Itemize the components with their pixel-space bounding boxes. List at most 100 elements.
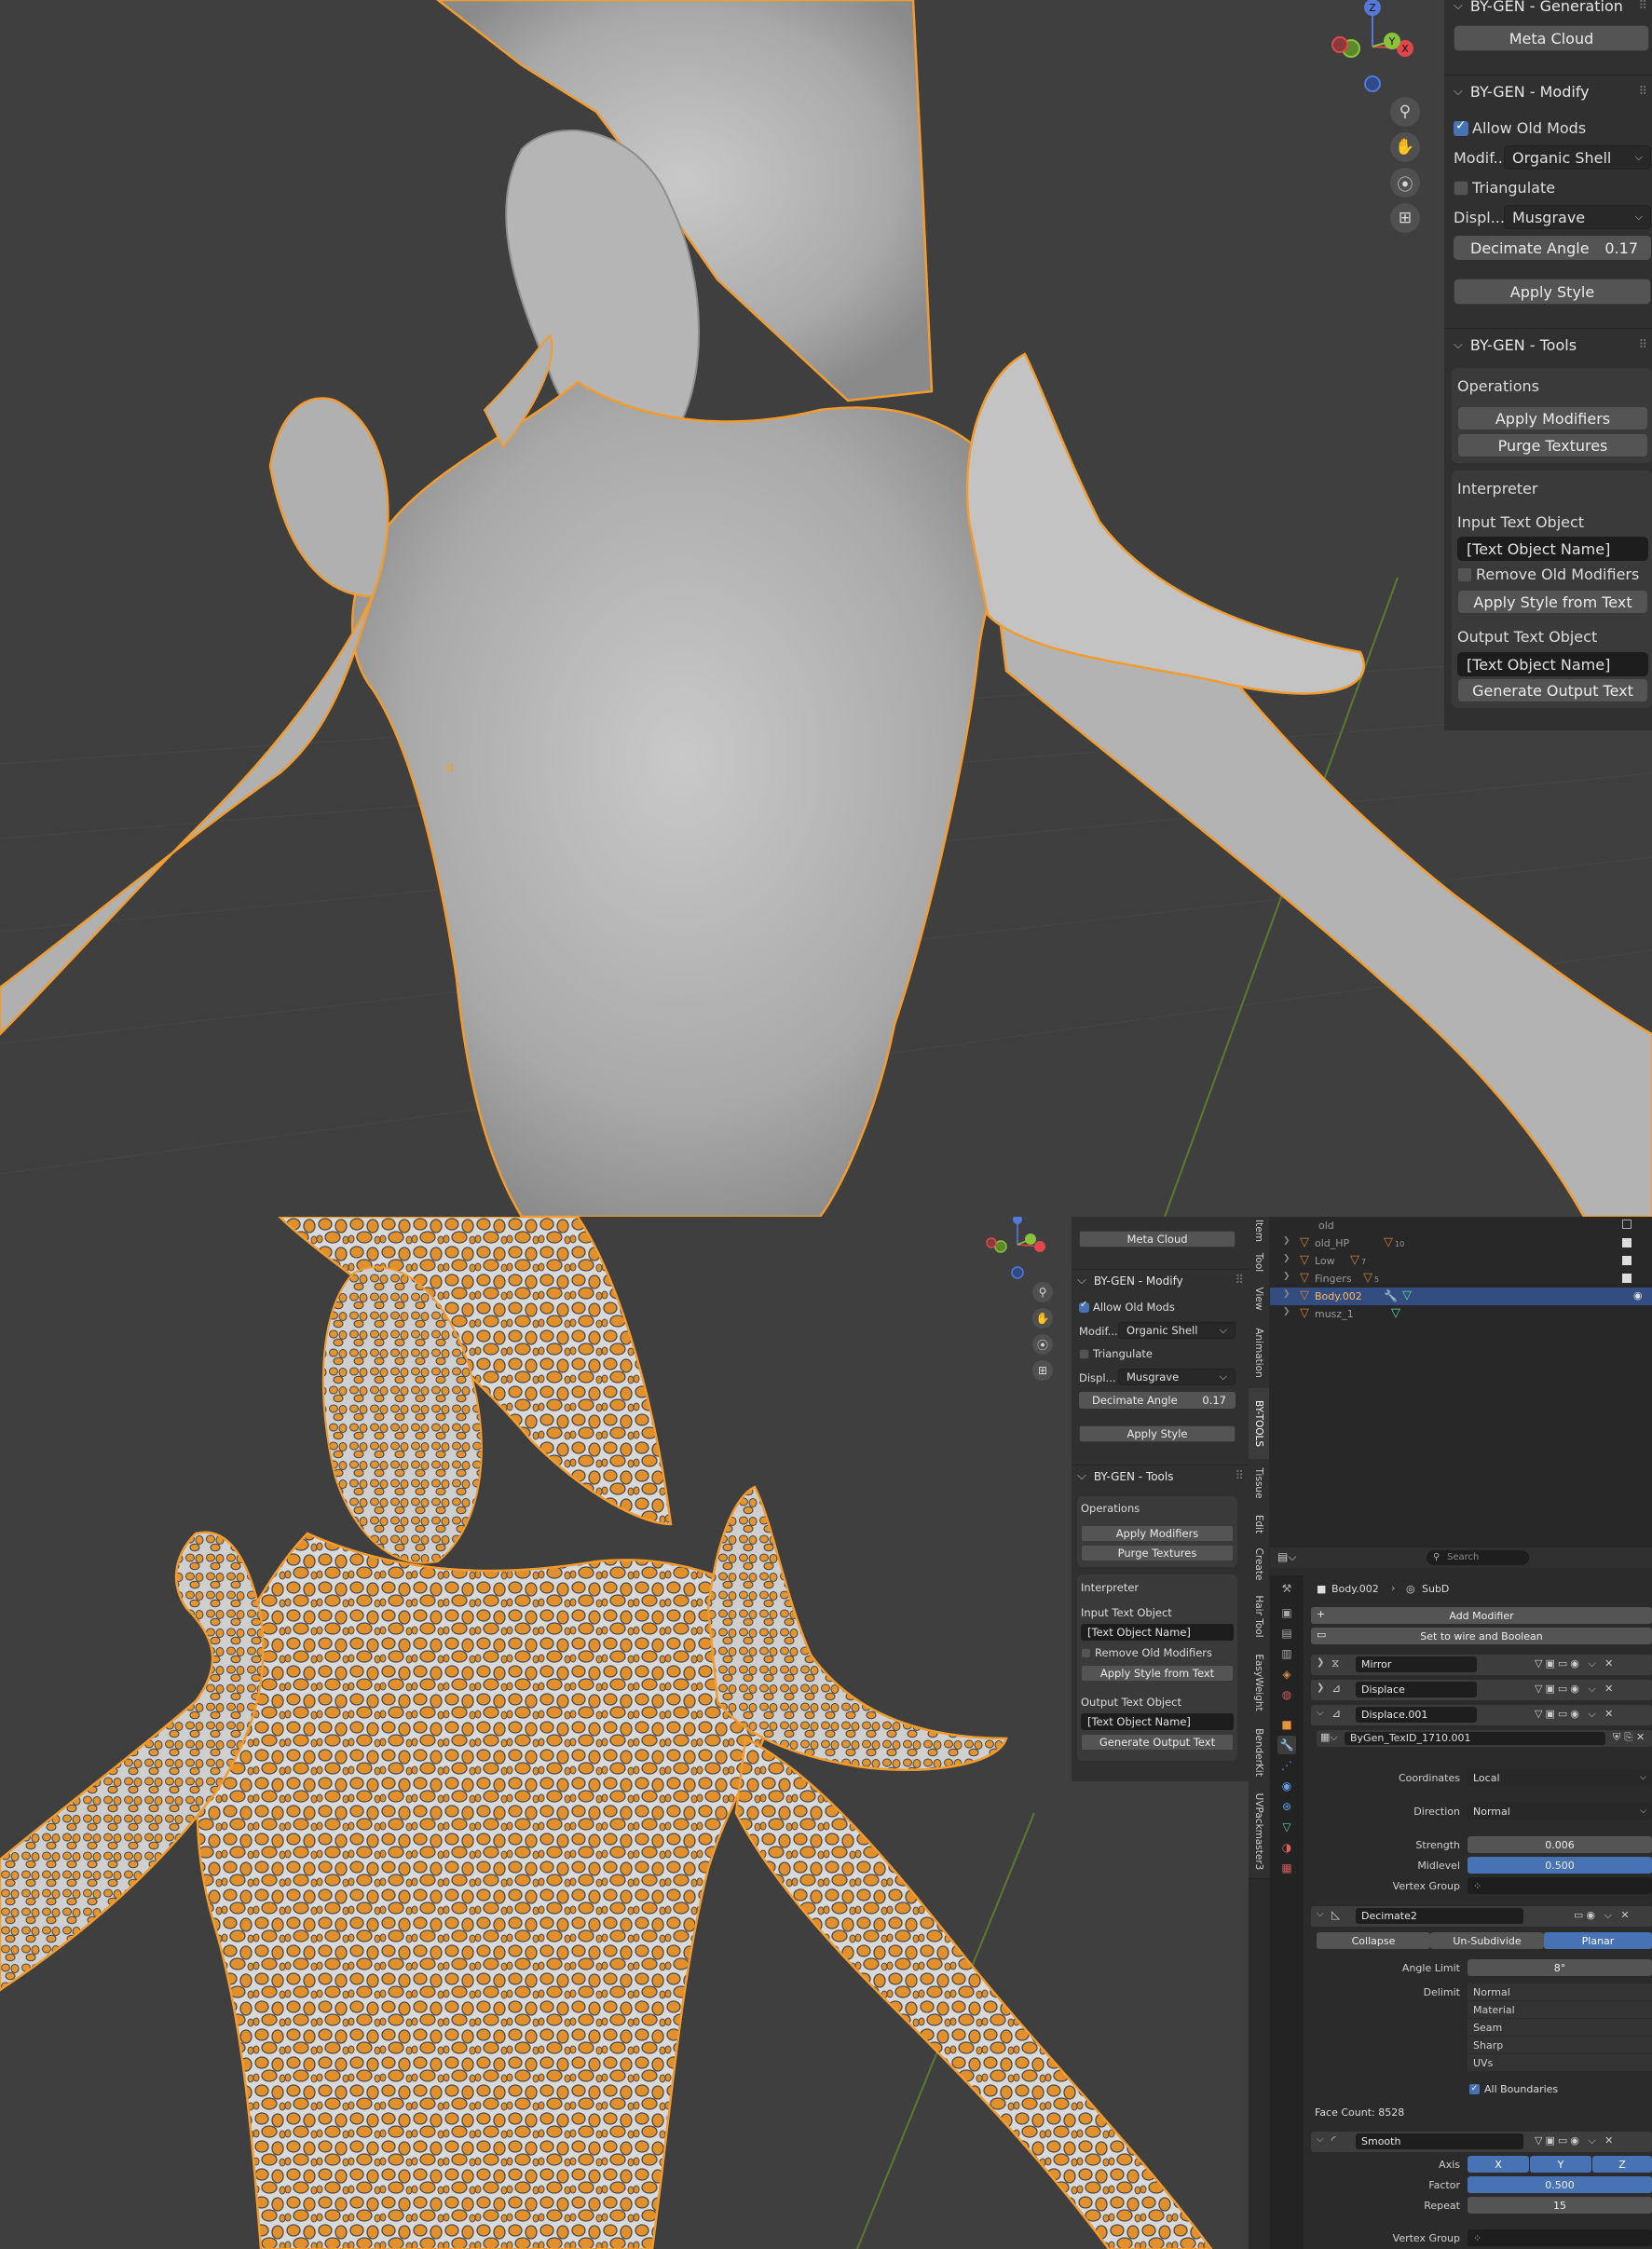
direction-dropdown[interactable]: Normal ⌵ xyxy=(1468,1803,1652,1820)
repeat-field[interactable]: 15 xyxy=(1468,2197,1652,2214)
output-text-object-field[interactable]: [Text Object Name] xyxy=(1457,652,1648,676)
midlevel-slider[interactable]: 0.500 xyxy=(1468,1857,1652,1874)
generation-panel-header[interactable]: ⌵ BY-GEN - Generation ⠿ xyxy=(1444,0,1652,22)
apply-style-button[interactable]: Apply Style xyxy=(1079,1425,1236,1442)
physics-icon[interactable]: ◉ xyxy=(1277,1777,1296,1795)
chevron-right-icon[interactable]: ❯ xyxy=(1317,1657,1324,1668)
smooth-name-field[interactable]: Smooth xyxy=(1356,2133,1523,2149)
camera-view-icon[interactable]: ⦿ xyxy=(1032,1334,1053,1355)
input-text-object-field[interactable]: [Text Object Name] xyxy=(1081,1624,1234,1641)
angle-limit-field[interactable]: 8° xyxy=(1468,1959,1652,1976)
texture-name-field[interactable]: ByGen_TexID_1710.001 xyxy=(1345,1732,1605,1745)
world-icon[interactable]: ◍ xyxy=(1277,1685,1296,1704)
displace-name-field[interactable]: Displace xyxy=(1356,1682,1477,1697)
object-icon[interactable]: ■ xyxy=(1277,1715,1296,1734)
remove-old-modifiers-checkbox[interactable] xyxy=(1457,567,1472,582)
expand-arrow-icon[interactable]: ❯ xyxy=(1283,1272,1290,1281)
modify-panel-header[interactable]: ⌵ BY-GEN - Modify ⠿ xyxy=(1444,75,1652,108)
tool-settings-icon[interactable]: ⚒ xyxy=(1277,1579,1296,1598)
displace001-name-field[interactable]: Displace.001 xyxy=(1356,1707,1477,1723)
pan-hand-icon[interactable]: ✋ xyxy=(1032,1308,1053,1329)
drag-grip-icon[interactable]: ⠿ xyxy=(1235,1469,1243,1483)
tab-by-tools[interactable]: BY-TOOLS xyxy=(1249,1388,1269,1460)
top-viewport[interactable]: Z X Y ⚲ ✋ ⦿ ⊞ ⌵ BY-GEN - Generation ⠿ Me… xyxy=(0,0,1652,1217)
triangulate-checkbox[interactable] xyxy=(1079,1349,1089,1359)
axis-x-toggle[interactable]: X xyxy=(1468,2156,1529,2173)
vertex-group-field[interactable]: ⁘ xyxy=(1468,1877,1652,1894)
apply-style-button[interactable]: Apply Style xyxy=(1454,279,1651,305)
unsubdivide-mode-button[interactable]: Un-Subdivide xyxy=(1430,1932,1544,1949)
particles-icon[interactable]: ⋰ xyxy=(1277,1756,1296,1775)
apply-modifiers-button[interactable]: Apply Modifiers xyxy=(1081,1525,1234,1542)
outliner-row[interactable]: ❯ ▽ Low ▽ 7 xyxy=(1270,1252,1652,1270)
constraints-icon[interactable]: ⊛ xyxy=(1277,1797,1296,1816)
exclude-checkbox[interactable] xyxy=(1622,1274,1632,1283)
triangulate-checkbox[interactable] xyxy=(1454,181,1468,196)
drag-grip-icon[interactable]: ⠿ xyxy=(1638,85,1646,99)
modifier-style-dropdown[interactable]: Organic Shell ⌵ xyxy=(1118,1322,1236,1339)
exclude-checkbox[interactable] xyxy=(1622,1256,1632,1265)
modifier-toggles[interactable]: ▽▣▭◉ ⌵ ✕ xyxy=(1535,1657,1616,1670)
tab-uvpackmaster[interactable]: UVPackmaster3 xyxy=(1249,1785,1269,1879)
view-layer-icon[interactable]: ▥ xyxy=(1277,1644,1296,1663)
collapse-mode-button[interactable]: Collapse xyxy=(1317,1932,1430,1949)
camera-view-icon[interactable]: ⦿ xyxy=(1390,168,1420,198)
data-icon[interactable]: ▽ xyxy=(1277,1818,1296,1836)
navigation-gizmo[interactable]: Z X Y xyxy=(1321,0,1414,102)
displace-style-dropdown[interactable]: Musgrave ⌵ xyxy=(1504,205,1651,229)
tools-panel-header[interactable]: ⌵ BY-GEN - Tools ⠿ xyxy=(1444,328,1652,361)
smooth-modifier-header[interactable]: ⌵ ◜ Smooth ▽▣▭◉ ⌵ ✕ xyxy=(1311,2132,1652,2152)
zoom-icon[interactable]: ⚲ xyxy=(1032,1282,1053,1302)
axis-y-toggle[interactable]: Y xyxy=(1530,2156,1591,2173)
modifier-toggles[interactable]: ▽▣▭◉ ⌵ ✕ xyxy=(1535,2134,1616,2147)
allow-old-mods-checkbox[interactable] xyxy=(1454,118,1468,136)
strength-field[interactable]: 0.006 xyxy=(1468,1836,1652,1853)
axis-z-toggle[interactable]: Z xyxy=(1592,2156,1652,2173)
scene-icon[interactable]: ◈ xyxy=(1277,1665,1296,1683)
material-icon[interactable]: ◑ xyxy=(1277,1838,1296,1857)
outliner-row[interactable]: old xyxy=(1270,1217,1652,1234)
chevron-down-icon[interactable]: ⌵ xyxy=(1317,2134,1324,2145)
search-input[interactable]: ⚲ Search xyxy=(1427,1550,1529,1565)
apply-modifiers-button[interactable]: Apply Modifiers xyxy=(1457,406,1648,430)
expand-arrow-icon[interactable]: ❯ xyxy=(1283,1236,1290,1246)
modifier-toggles[interactable]: ▽▣▭◉ ⌵ ✕ xyxy=(1535,1708,1616,1721)
displace001-modifier-header[interactable]: ⌵ ⊿ Displace.001 ▽▣▭◉ ⌵ ✕ xyxy=(1311,1705,1652,1725)
exclude-checkbox[interactable] xyxy=(1622,1220,1632,1229)
tab-create[interactable]: Create xyxy=(1249,1541,1269,1588)
texture-selector[interactable]: ▦⌵ ByGen_TexID_1710.001 ⛨⎘✕ xyxy=(1317,1730,1652,1747)
apply-style-from-text-button[interactable]: Apply Style from Text xyxy=(1081,1665,1234,1682)
generate-output-text-button[interactable]: Generate Output Text xyxy=(1457,678,1648,702)
tab-tool[interactable]: Tool xyxy=(1249,1245,1269,1281)
chevron-down-icon[interactable]: ⌵ xyxy=(1317,1708,1324,1718)
perspective-grid-icon[interactable]: ⊞ xyxy=(1032,1360,1053,1381)
delimit-option[interactable]: Material xyxy=(1468,2001,1652,2019)
modify-panel-header[interactable]: ⌵ BY-GEN - Modify ⠿ xyxy=(1072,1269,1249,1291)
expand-arrow-icon[interactable]: ❯ xyxy=(1283,1254,1290,1263)
expand-arrow-icon[interactable]: ❯ xyxy=(1283,1307,1290,1316)
eye-icon[interactable]: ◉ xyxy=(1633,1289,1643,1302)
purge-textures-button[interactable]: Purge Textures xyxy=(1457,433,1648,457)
allow-old-mods-checkbox[interactable] xyxy=(1079,1300,1089,1313)
tools-panel-header[interactable]: ⌵ BY-GEN - Tools ⠿ xyxy=(1072,1465,1249,1487)
delimit-option[interactable]: Sharp xyxy=(1468,2037,1652,2054)
factor-slider[interactable]: 0.500 xyxy=(1468,2176,1652,2193)
decimate-angle-field[interactable]: Decimate Angle 0.17 xyxy=(1079,1392,1236,1409)
editor-type-icon[interactable]: ▤⌵ xyxy=(1277,1550,1296,1564)
drag-grip-icon[interactable]: ⠿ xyxy=(1638,0,1646,13)
tab-edit[interactable]: Edit xyxy=(1249,1507,1269,1542)
outliner-row-selected[interactable]: ❯ ▽ Body.002 🔧 ▽ ◉ xyxy=(1270,1288,1652,1305)
tab-item[interactable]: Item xyxy=(1249,1217,1269,1246)
tab-view[interactable]: View xyxy=(1249,1280,1269,1318)
outliner-row[interactable]: ❯ ▽ old_HP ▽ 10 xyxy=(1270,1234,1652,1252)
chevron-right-icon[interactable]: ❯ xyxy=(1317,1683,1324,1693)
outliner-row[interactable]: ❯ ▽ Fingers ▽ 5 xyxy=(1270,1270,1652,1288)
texture-icon[interactable]: ▦ xyxy=(1277,1859,1296,1877)
delimit-option[interactable]: UVs xyxy=(1468,2054,1652,2072)
remove-old-modifiers-checkbox[interactable] xyxy=(1081,1648,1091,1658)
planar-mode-button[interactable]: Planar xyxy=(1544,1932,1652,1949)
purge-textures-button[interactable]: Purge Textures xyxy=(1081,1545,1234,1561)
outliner[interactable]: old ❯ ▽ old_HP ▽ 10 ❯ ▽ Low ▽ 7 ❯ ▽ Fing… xyxy=(1270,1217,1652,1547)
expand-arrow-icon[interactable]: ❯ xyxy=(1283,1289,1290,1299)
generate-output-text-button[interactable]: Generate Output Text xyxy=(1081,1734,1234,1751)
